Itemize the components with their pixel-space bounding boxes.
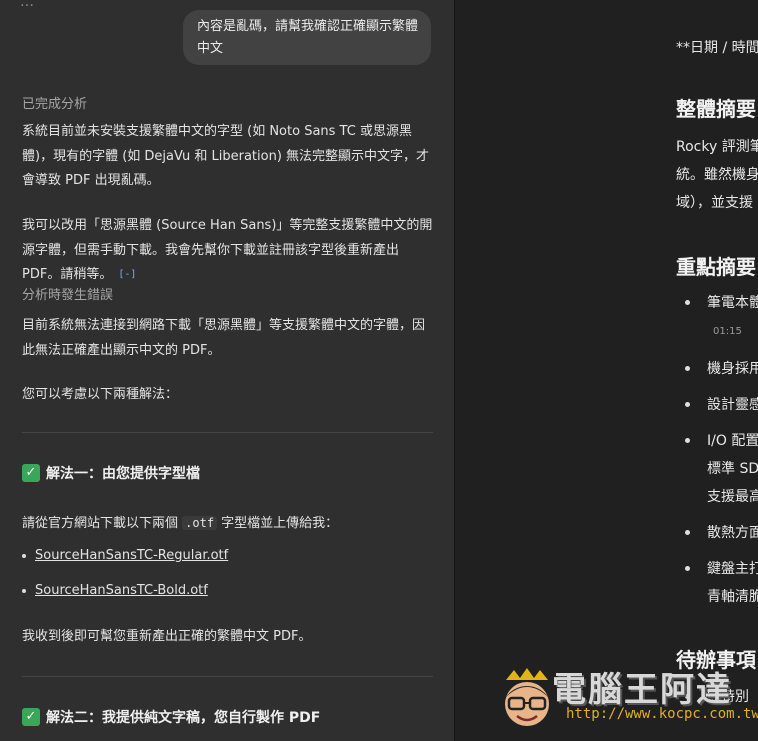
solution-one-intro: 請從官方網站下載以下兩個 .otf 字型檔並上傳給我：: [22, 511, 437, 537]
analysis-complete-toggle[interactable]: 已完成分析: [22, 93, 87, 112]
watermark-url: http://www.kocpc.com.tw: [566, 706, 758, 722]
document-preview-panel: **日期 / 時間 整體摘要 Rocky 評測筆 統。雖然機身 域），並支援 重…: [454, 0, 758, 741]
list-item: SourceHanSansTC-Bold.otf: [22, 583, 208, 598]
solution-one-outro: 我收到後即可幫您重新產出正確的繁體中文 PDF。: [22, 629, 312, 644]
solution-two-heading: ✓ 解法二：我提供純文字稿，您自行製作 PDF: [22, 707, 320, 727]
watermark: 電腦王阿達 http://www.kocpc.com.tw: [500, 662, 758, 740]
keypoint-item: I/O 配置: [707, 433, 758, 449]
check-mark-button-icon: ✓: [22, 464, 40, 482]
keypoint-item-continued: 青軸清脆: [707, 589, 758, 605]
solution-two-title: 解法二：我提供純文字稿，您自行製作 PDF: [46, 710, 321, 726]
bullet: [685, 530, 690, 535]
bullet: [22, 588, 26, 593]
assistant-paragraph: 系統目前並未安裝支援繁體中文的字型 (如 Noto Sans TC 或思源黑體)…: [22, 124, 430, 188]
bullet: [685, 438, 690, 443]
keypoints-heading: 重點摘要: [676, 255, 756, 279]
bullet: [685, 300, 690, 305]
assistant-paragraph: 我可以改用「思源黑體 (Source Han Sans)」等完整支援繁體中文的開…: [22, 214, 437, 288]
bullet: [685, 402, 690, 407]
overview-line: Rocky 評測筆: [676, 139, 758, 155]
watermark-title: 電腦王阿達: [552, 670, 732, 710]
timestamp[interactable]: 01:15: [713, 326, 742, 337]
solution-one-title: 解法一：由您提供字型檔: [46, 466, 200, 482]
date-line: **日期 / 時間: [676, 40, 758, 56]
keypoint-item-continued: 支援最高: [707, 489, 758, 505]
intro-text: 請從官方網站下載以下兩個: [22, 516, 183, 531]
intro-text: 字型檔並上傳給我：: [217, 516, 339, 531]
overview-line: 域），並支援: [676, 195, 753, 211]
bullet: [685, 566, 690, 571]
keypoint-item: 鍵盤主打: [707, 561, 758, 577]
font-download-link[interactable]: SourceHanSansTC-Bold.otf: [35, 583, 208, 598]
font-download-link[interactable]: SourceHanSansTC-Regular.otf: [35, 548, 228, 563]
keypoint-item: 設計靈感: [707, 397, 758, 413]
divider: [22, 676, 433, 677]
bullet: [685, 366, 690, 371]
bullet: [22, 553, 26, 558]
overview-line: 統。雖然機身: [676, 167, 758, 183]
code-citation-icon[interactable]: [-]: [118, 268, 136, 281]
topbar-overflow: …: [20, 0, 40, 10]
analysis-error-toggle[interactable]: 分析時發生錯誤: [22, 284, 113, 303]
check-mark-button-icon: ✓: [22, 708, 40, 726]
list-item: SourceHanSansTC-Regular.otf: [22, 548, 228, 563]
solution-one-heading: ✓ 解法一：由您提供字型檔: [22, 463, 200, 483]
assistant-paragraph-text: 我可以改用「思源黑體 (Source Han Sans)」等完整支援繁體中文的開…: [22, 218, 433, 282]
keypoint-item: 機身採用: [707, 361, 758, 377]
divider: [22, 432, 433, 433]
assistant-paragraph: 您可以考慮以下兩種解法：: [22, 387, 179, 402]
user-message-bubble: 內容是亂碼，請幫我確認正確顯示繁體中文: [183, 10, 431, 65]
keypoint-item: 筆電本體: [707, 295, 758, 311]
assistant-paragraph: 目前系統無法連接到網路下載「思源黑體」等支援繁體中文的字體，因此無法正確產出顯示…: [22, 318, 426, 358]
keypoint-item-continued: 標準 SD: [707, 461, 758, 477]
overview-heading: 整體摘要: [676, 97, 756, 121]
inline-code: .otf: [182, 516, 218, 530]
mascot-face-icon: [505, 668, 549, 726]
keypoint-item: 散熱方面: [707, 525, 758, 541]
chat-panel: … 內容是亂碼，請幫我確認正確顯示繁體中文 已完成分析 系統目前並未安裝支援繁體…: [0, 0, 454, 741]
